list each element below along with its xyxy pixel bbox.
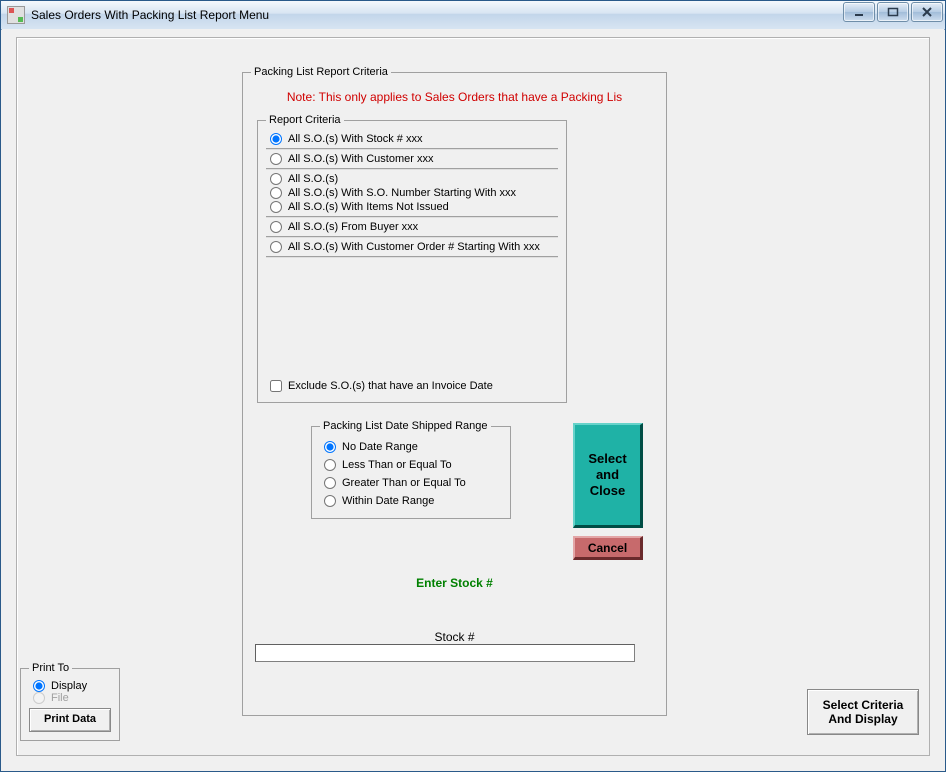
close-button[interactable] xyxy=(911,2,943,22)
criteria-label: All S.O.(s) xyxy=(288,173,338,185)
daterange-radio-none[interactable] xyxy=(324,441,336,453)
date-range-group: Packing List Date Shipped Range No Date … xyxy=(311,420,511,519)
daterange-label: No Date Range xyxy=(342,441,418,453)
criteria-option-custorder[interactable]: All S.O.(s) With Customer Order # Starti… xyxy=(266,240,558,254)
criteria-option-all[interactable]: All S.O.(s) xyxy=(266,172,558,186)
date-range-legend: Packing List Date Shipped Range xyxy=(320,420,491,432)
print-to-label: File xyxy=(51,692,69,704)
app-icon xyxy=(7,6,25,24)
stock-field-label: Stock # xyxy=(243,630,666,644)
criteria-label: All S.O.(s) With Stock # xxx xyxy=(288,133,422,145)
exclude-label: Exclude S.O.(s) that have an Invoice Dat… xyxy=(288,380,493,392)
maximize-icon xyxy=(887,7,899,17)
minimize-button[interactable] xyxy=(843,2,875,22)
select-close-label: Select and Close xyxy=(588,451,626,499)
criteria-radio-buyer[interactable] xyxy=(270,221,282,233)
criteria-group-legend: Packing List Report Criteria xyxy=(251,66,391,78)
daterange-label: Greater Than or Equal To xyxy=(342,477,466,489)
daterange-option-none[interactable]: No Date Range xyxy=(320,438,502,456)
criteria-radio-stock[interactable] xyxy=(270,133,282,145)
content-panel: Packing List Report Criteria Note: This … xyxy=(16,37,930,756)
criteria-radio-customer[interactable] xyxy=(270,153,282,165)
select-criteria-label: Select Criteria And Display xyxy=(823,698,904,726)
print-to-file-option: File xyxy=(29,692,111,704)
application-window: Sales Orders With Packing List Report Me… xyxy=(0,0,946,772)
criteria-option-notissued[interactable]: All S.O.(s) With Items Not Issued xyxy=(266,200,558,214)
criteria-option-sonumber[interactable]: All S.O.(s) With S.O. Number Starting Wi… xyxy=(266,186,558,200)
daterange-radio-within[interactable] xyxy=(324,495,336,507)
packing-list-criteria-group: Packing List Report Criteria Note: This … xyxy=(242,66,667,716)
enter-stock-prompt: Enter Stock # xyxy=(243,576,666,590)
daterange-radio-lte[interactable] xyxy=(324,459,336,471)
client-area: Packing List Report Criteria Note: This … xyxy=(2,29,944,770)
select-criteria-display-button[interactable]: Select Criteria And Display xyxy=(807,689,919,735)
titlebar: Sales Orders With Packing List Report Me… xyxy=(1,1,945,30)
divider xyxy=(266,148,558,150)
maximize-button[interactable] xyxy=(877,2,909,22)
print-to-group: Print To Display File Print Data xyxy=(20,662,120,741)
exclude-invoice-checkbox[interactable] xyxy=(270,380,282,392)
stock-number-input[interactable] xyxy=(255,644,635,662)
close-icon xyxy=(921,7,933,17)
note-text: Note: This only applies to Sales Orders … xyxy=(251,90,658,104)
divider xyxy=(266,236,558,238)
criteria-option-customer[interactable]: All S.O.(s) With Customer xxx xyxy=(266,152,558,166)
window-title: Sales Orders With Packing List Report Me… xyxy=(31,8,269,22)
report-criteria-legend: Report Criteria xyxy=(266,114,344,126)
divider xyxy=(266,256,558,258)
print-to-display-option[interactable]: Display xyxy=(29,680,111,692)
divider xyxy=(266,216,558,218)
criteria-label: All S.O.(s) With S.O. Number Starting Wi… xyxy=(288,187,516,199)
window-controls xyxy=(843,2,943,22)
daterange-option-within[interactable]: Within Date Range xyxy=(320,492,502,510)
criteria-radio-all[interactable] xyxy=(270,173,282,185)
print-to-radio-display[interactable] xyxy=(33,680,45,692)
print-to-legend: Print To xyxy=(29,662,72,674)
criteria-radio-custorder[interactable] xyxy=(270,241,282,253)
print-to-radio-file xyxy=(33,692,45,704)
print-to-label: Display xyxy=(51,680,87,692)
daterange-label: Within Date Range xyxy=(342,495,434,507)
cancel-button[interactable]: Cancel xyxy=(573,536,643,560)
daterange-option-lte[interactable]: Less Than or Equal To xyxy=(320,456,502,474)
criteria-label: All S.O.(s) With Customer xxx xyxy=(288,153,433,165)
minimize-icon xyxy=(853,7,865,17)
criteria-label: All S.O.(s) With Items Not Issued xyxy=(288,201,449,213)
criteria-option-buyer[interactable]: All S.O.(s) From Buyer xxx xyxy=(266,220,558,234)
criteria-radio-notissued[interactable] xyxy=(270,201,282,213)
print-data-button[interactable]: Print Data xyxy=(29,708,111,732)
criteria-label: All S.O.(s) With Customer Order # Starti… xyxy=(288,241,540,253)
criteria-radio-sonumber[interactable] xyxy=(270,187,282,199)
daterange-radio-gte[interactable] xyxy=(324,477,336,489)
cancel-label: Cancel xyxy=(588,541,627,555)
criteria-label: All S.O.(s) From Buyer xxx xyxy=(288,221,418,233)
daterange-label: Less Than or Equal To xyxy=(342,459,452,471)
criteria-option-stock[interactable]: All S.O.(s) With Stock # xxx xyxy=(266,132,558,146)
select-and-close-button[interactable]: Select and Close xyxy=(573,423,643,528)
report-criteria-group: Report Criteria All S.O.(s) With Stock #… xyxy=(257,114,567,403)
exclude-invoice-option[interactable]: Exclude S.O.(s) that have an Invoice Dat… xyxy=(266,378,558,394)
daterange-option-gte[interactable]: Greater Than or Equal To xyxy=(320,474,502,492)
divider xyxy=(266,168,558,170)
print-data-label: Print Data xyxy=(44,713,96,725)
